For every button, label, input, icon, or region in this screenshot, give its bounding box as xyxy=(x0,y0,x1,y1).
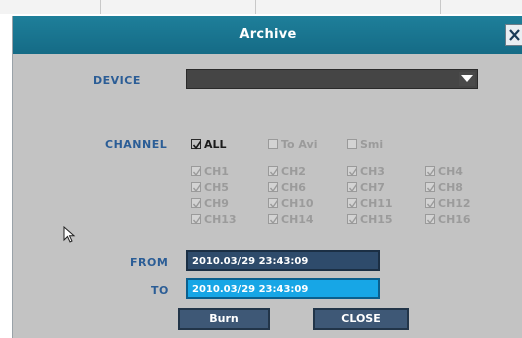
checkbox-ch11[interactable]: CH11 xyxy=(347,196,393,210)
checkmark-icon xyxy=(191,182,202,193)
ch-label: CH12 xyxy=(438,196,471,210)
ch-label: CH5 xyxy=(204,180,229,194)
checkbox-all[interactable]: ALL xyxy=(191,137,227,151)
checkmark-icon xyxy=(425,166,436,177)
checkmark-icon xyxy=(268,214,279,225)
background-strip xyxy=(0,0,522,14)
checkbox-ch4[interactable]: CH4 xyxy=(425,164,463,178)
chevron-down-icon[interactable] xyxy=(459,72,475,86)
checkbox-ch16[interactable]: CH16 xyxy=(425,212,471,226)
divider xyxy=(100,0,101,14)
checkmark-icon xyxy=(425,182,436,193)
channel-label: CHANNEL xyxy=(105,138,168,151)
ch-label: CH14 xyxy=(281,212,314,226)
ch-label: CH4 xyxy=(438,164,463,178)
archive-dialog: Archive DEVICE CHANNEL ALL To Avi Smi CH… xyxy=(12,16,522,338)
to-datetime-field[interactable]: 2010.03/29 23:43:09 xyxy=(186,278,380,299)
checkmark-icon xyxy=(191,214,202,225)
checkbox-ch5[interactable]: CH5 xyxy=(191,180,229,194)
device-dropdown[interactable] xyxy=(186,69,478,89)
checkbox-ch2[interactable]: CH2 xyxy=(268,164,306,178)
ch-label: CH16 xyxy=(438,212,471,226)
checkmark-icon xyxy=(268,198,279,209)
ch-label: CH9 xyxy=(204,196,229,210)
checkbox-ch14[interactable]: CH14 xyxy=(268,212,314,226)
ch-label: CH6 xyxy=(281,180,306,194)
checkmark-icon xyxy=(191,166,202,177)
ch-label: CH15 xyxy=(360,212,393,226)
checkbox-ch7[interactable]: CH7 xyxy=(347,180,385,194)
checkbox-ch10[interactable]: CH10 xyxy=(268,196,314,210)
checkbox-ch3[interactable]: CH3 xyxy=(347,164,385,178)
from-datetime-field[interactable]: 2010.03/29 23:43:09 xyxy=(186,250,380,271)
checkbox-box xyxy=(347,139,357,149)
checkmark-icon xyxy=(347,182,358,193)
checkmark-icon xyxy=(425,198,436,209)
title-bar: Archive xyxy=(13,16,522,54)
checkmark-icon xyxy=(191,198,202,209)
to-label: TO xyxy=(151,284,169,297)
checkmark-icon xyxy=(191,139,202,150)
checkmark-icon xyxy=(347,214,358,225)
ch-label: CH3 xyxy=(360,164,385,178)
checkbox-ch6[interactable]: CH6 xyxy=(268,180,306,194)
checkbox-ch13[interactable]: CH13 xyxy=(191,212,237,226)
divider xyxy=(255,0,256,14)
ch-label: CH11 xyxy=(360,196,393,210)
checkbox-ch9[interactable]: CH9 xyxy=(191,196,229,210)
checkbox-smi-label: Smi xyxy=(360,137,384,151)
checkbox-ch1[interactable]: CH1 xyxy=(191,164,229,178)
ch-label: CH13 xyxy=(204,212,237,226)
checkbox-ch8[interactable]: CH8 xyxy=(425,180,463,194)
from-label: FROM xyxy=(130,256,169,269)
checkbox-to-avi-label: To Avi xyxy=(281,137,318,151)
checkbox-ch15[interactable]: CH15 xyxy=(347,212,393,226)
checkmark-icon xyxy=(268,166,279,177)
ch-label: CH7 xyxy=(360,180,385,194)
device-label: DEVICE xyxy=(93,74,141,87)
checkmark-icon xyxy=(347,198,358,209)
checkbox-all-label: ALL xyxy=(204,137,227,151)
divider xyxy=(440,0,441,14)
dialog-title: Archive xyxy=(239,27,297,42)
checkbox-to-avi[interactable]: To Avi xyxy=(268,137,318,151)
checkbox-box xyxy=(268,139,278,149)
ch-label: CH10 xyxy=(281,196,314,210)
checkbox-smi[interactable]: Smi xyxy=(347,137,383,151)
checkmark-icon xyxy=(347,166,358,177)
ch-label: CH8 xyxy=(438,180,463,194)
checkmark-icon xyxy=(425,214,436,225)
mouse-pointer-icon xyxy=(63,225,77,248)
ch-label: CH2 xyxy=(281,164,306,178)
close-button[interactable]: CLOSE xyxy=(313,308,409,330)
checkbox-ch12[interactable]: CH12 xyxy=(425,196,471,210)
burn-button[interactable]: Burn xyxy=(178,308,270,330)
checkmark-icon xyxy=(268,182,279,193)
ch-label: CH1 xyxy=(204,164,229,178)
close-icon[interactable] xyxy=(505,24,522,46)
